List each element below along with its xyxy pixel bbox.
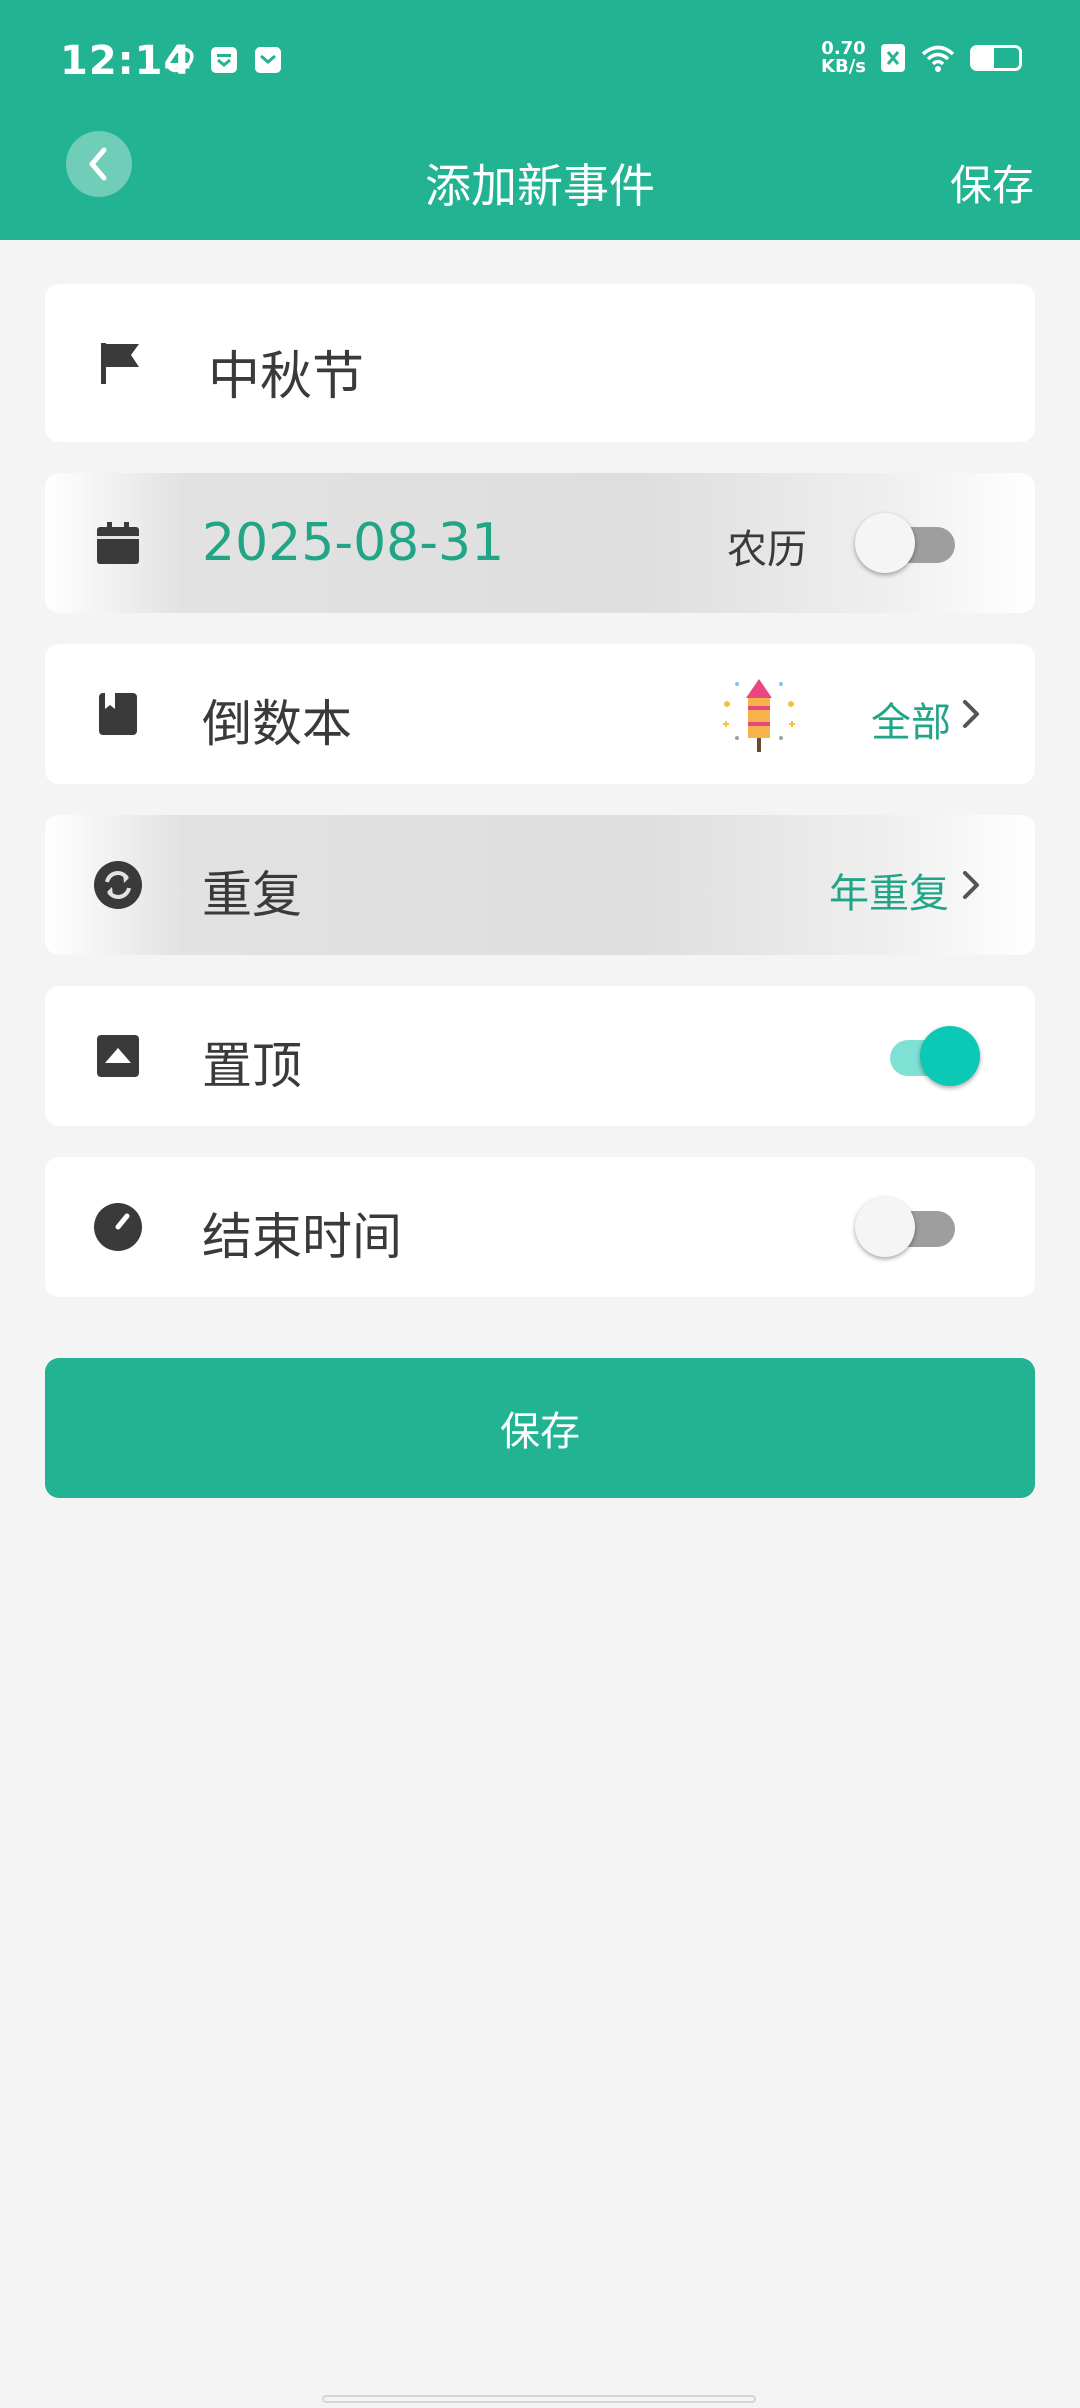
page-title: 添加新事件 — [425, 159, 655, 213]
date-value[interactable]: 2025-08-31 — [202, 513, 504, 573]
repeat-value: 年重复 — [829, 871, 949, 917]
calendar-icon — [93, 518, 143, 568]
book-label: 倒数本 — [202, 695, 352, 753]
pin-toggle-thumb — [920, 1026, 980, 1086]
end-time-toggle[interactable] — [855, 1197, 955, 1257]
lunar-label: 农历 — [727, 527, 807, 573]
battery-icon — [970, 45, 1022, 71]
date-row[interactable]: 2025-08-31 农历 — [45, 473, 1035, 613]
no-sim-icon — [881, 44, 905, 72]
home-indicator[interactable] — [322, 2395, 756, 2403]
battery-level — [973, 48, 994, 68]
event-name-input[interactable]: 中秋节 — [208, 334, 364, 409]
network-speed-unit: KB/s — [821, 56, 866, 77]
book-row[interactable]: 倒数本 全部 — [45, 644, 1035, 784]
book-icon — [93, 689, 143, 739]
pin-top-icon — [93, 1031, 143, 1081]
save-button[interactable]: 保存 — [45, 1358, 1035, 1498]
pin-row[interactable]: 置顶 — [45, 986, 1035, 1126]
wifi-icon — [921, 45, 955, 72]
lunar-toggle-thumb — [855, 513, 915, 573]
repeat-row[interactable]: 重复 年重复 — [45, 815, 1035, 955]
system-status-icons: 0.70 KB/s — [821, 40, 1022, 76]
rocket-firework-icon — [717, 676, 801, 760]
app-header: 12:14 0.70 KB/s 添加新事件 保存 — [0, 0, 1080, 240]
mail-icon — [255, 47, 281, 73]
repeat-icon — [93, 860, 143, 910]
notification-icons — [165, 45, 283, 75]
lunar-toggle[interactable] — [855, 513, 955, 573]
shopping-bag-icon — [211, 47, 237, 73]
repeat-label: 重复 — [202, 866, 302, 924]
end-time-toggle-thumb — [855, 1197, 915, 1257]
end-time-row[interactable]: 结束时间 — [45, 1157, 1035, 1297]
pin-label: 置顶 — [202, 1037, 302, 1095]
end-time-label: 结束时间 — [202, 1208, 402, 1266]
chevron-right-icon — [963, 700, 979, 728]
flag-icon — [95, 338, 145, 388]
chevron-right-icon — [963, 871, 979, 899]
book-value: 全部 — [871, 700, 951, 746]
app-notification-icon — [166, 47, 194, 73]
pin-toggle[interactable] — [880, 1026, 980, 1086]
header-save-button[interactable]: 保存 — [950, 152, 1034, 213]
clock-icon — [93, 1202, 143, 1252]
network-speed: 0.70 KB/s — [821, 40, 866, 76]
event-name-card[interactable]: 中秋节 — [45, 284, 1035, 442]
